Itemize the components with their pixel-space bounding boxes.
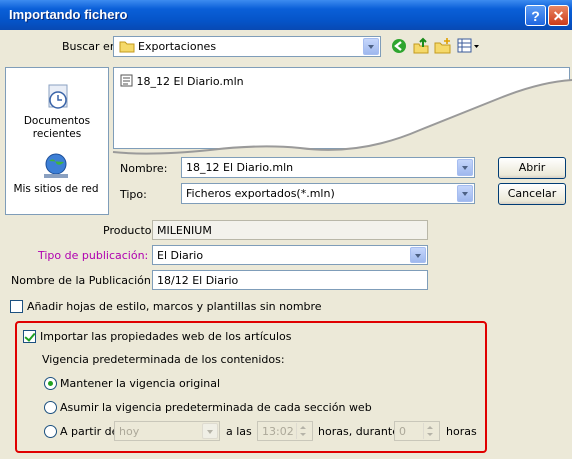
cancel-button[interactable]: Cancelar (498, 183, 566, 205)
places-network[interactable]: Mis sitios de red (5, 152, 107, 196)
producto-field: MILENIUM (152, 220, 428, 240)
new-folder-icon[interactable] (434, 37, 452, 55)
file-icon (120, 74, 133, 87)
spinner-icon[interactable] (423, 423, 438, 439)
import-dialog: Importando fichero ? ✕ Buscar en: Export… (0, 0, 572, 459)
help-button[interactable]: ? (525, 5, 546, 26)
filename-value: 18_12 El Diario.mln (186, 161, 294, 174)
tipo-publicacion-label: Tipo de publicación: (38, 249, 149, 262)
vigencia-seccion-label: Asumir la vigencia predeterminada de cad… (60, 401, 372, 414)
from-date-select[interactable]: hoy (114, 421, 220, 441)
time-value: 13:02 (262, 425, 294, 438)
up-folder-icon[interactable] (412, 37, 430, 55)
window-title: Importando fichero (9, 7, 128, 22)
nombre-publicacion-value: 18/12 El Diario (157, 274, 239, 287)
from-date-value: hoy (119, 425, 140, 438)
folder-icon (119, 41, 135, 53)
filetype-label: Tipo: (120, 188, 147, 201)
chevron-down-icon[interactable] (457, 185, 473, 202)
back-icon[interactable] (391, 38, 407, 54)
vigencia-apartir-radio[interactable] (44, 425, 57, 438)
time-stepper[interactable]: 13:02 (257, 421, 313, 441)
chevron-down-icon[interactable] (363, 38, 379, 55)
importar-web-checkbox[interactable] (23, 330, 36, 343)
places-recent-label: Documentos recientes (23, 115, 91, 140)
importar-web-label: Importar las propiedades web de los artí… (40, 330, 292, 343)
anadir-hojas-label: Añadir hojas de estilo, marcos y plantil… (27, 300, 322, 313)
at-label: a las (226, 425, 252, 438)
nombre-publicacion-input[interactable]: 18/12 El Diario (152, 270, 428, 290)
network-places-icon (44, 153, 68, 178)
filename-label: Nombre: (120, 162, 168, 175)
lookin-value: Exportaciones (138, 40, 217, 53)
hours-during-label: horas, durante (318, 425, 399, 438)
filetype-value: Ficheros exportados(*.mln) (186, 187, 335, 200)
view-menu-icon[interactable] (457, 37, 481, 55)
vigencia-heading: Vigencia predeterminada de los contenido… (42, 353, 285, 366)
vigencia-original-radio[interactable] (44, 377, 57, 390)
places-recent-documents[interactable]: Documentos recientes (6, 82, 108, 141)
vigencia-original-label: Mantener la vigencia original (60, 377, 221, 390)
open-button[interactable]: Abrir (498, 157, 566, 179)
anadir-hojas-checkbox[interactable] (10, 300, 23, 313)
filetype-select[interactable]: Ficheros exportados(*.mln) (181, 183, 475, 204)
file-name: 18_12 El Diario.mln (136, 75, 244, 88)
chevron-down-icon[interactable] (410, 247, 426, 263)
filename-input[interactable]: 18_12 El Diario.mln (181, 157, 475, 178)
title-bar: Importando fichero ? ✕ (0, 0, 572, 30)
duration-value: 0 (399, 425, 406, 438)
chevron-down-icon[interactable] (202, 423, 218, 439)
spinner-icon[interactable] (296, 423, 311, 439)
vigencia-seccion-radio[interactable] (44, 401, 57, 414)
duration-stepper[interactable]: 0 (394, 421, 440, 441)
places-network-label: Mis sitios de red (13, 183, 99, 195)
hours-label: horas (446, 425, 477, 438)
file-list[interactable]: 18_12 El Diario.mln (113, 67, 570, 149)
producto-value: MILENIUM (157, 224, 212, 237)
list-item[interactable]: 18_12 El Diario.mln (120, 74, 244, 88)
nombre-publicacion-label: Nombre de la Publicación (11, 274, 151, 287)
lookin-select[interactable]: Exportaciones (113, 36, 381, 57)
vigencia-apartir-label: A partir de (60, 425, 119, 438)
tipo-publicacion-select[interactable]: El Diario (152, 245, 428, 265)
producto-label: Producto: (103, 224, 156, 237)
lookin-label: Buscar en: (62, 40, 121, 53)
tipo-publicacion-value: El Diario (157, 249, 204, 262)
close-button[interactable]: ✕ (548, 5, 569, 26)
recent-documents-icon (48, 84, 68, 109)
chevron-down-icon[interactable] (457, 159, 473, 176)
